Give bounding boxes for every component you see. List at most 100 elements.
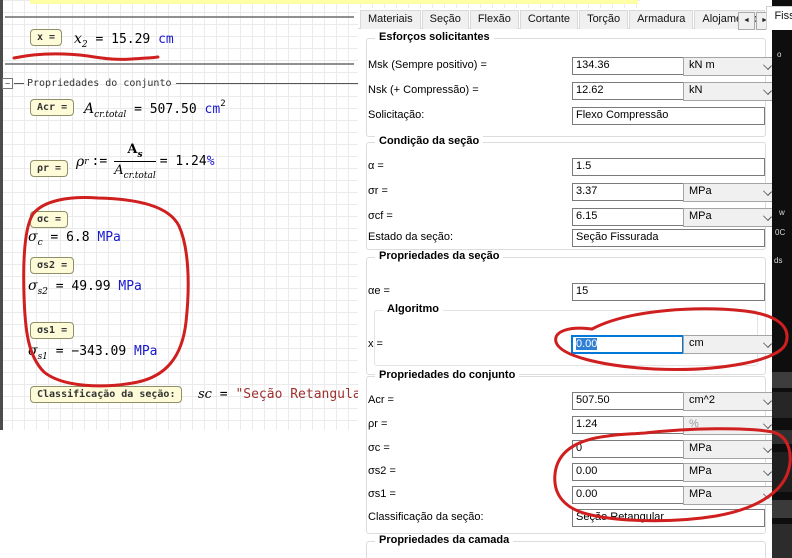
math-region-classificacao[interactable]: sc = "Seção Retangular" bbox=[198, 387, 376, 402]
sigma-r-input[interactable]: 3.37 bbox=[572, 183, 684, 201]
msk-label: Msk (Sempre positivo) = bbox=[368, 59, 487, 71]
tab-armadura[interactable]: Armadura bbox=[629, 10, 693, 29]
tag-pr[interactable]: ρr = bbox=[30, 160, 68, 177]
chevron-down-icon bbox=[763, 420, 772, 429]
tag-sigma-c[interactable]: σc = bbox=[30, 211, 68, 228]
acr-input[interactable]: 507.50 bbox=[572, 392, 684, 410]
string-value: "Seção Retangular" bbox=[235, 387, 376, 402]
math-region-acr[interactable]: Acr.total = 507.50 cm2 bbox=[84, 99, 226, 120]
combo-value: cm^2 bbox=[689, 394, 715, 406]
tag-classificacao[interactable]: Classificação da seção: bbox=[30, 386, 182, 403]
unit: MPa bbox=[134, 344, 157, 359]
estado-field[interactable]: Seção Fissurada bbox=[572, 229, 765, 247]
background-window-strip: o w 0C ds bbox=[772, 0, 792, 558]
sigma-c-unit-combo[interactable]: MPa bbox=[683, 440, 778, 459]
rho-r-unit-combo[interactable]: % bbox=[683, 416, 778, 435]
strip-text-fragment: ds bbox=[774, 256, 782, 265]
strip-block bbox=[772, 524, 792, 558]
math-region-x[interactable]: x2 = 15.29 cm bbox=[74, 31, 174, 50]
sigma-cf-unit-combo[interactable]: MPa bbox=[683, 208, 778, 227]
tab-secao[interactable]: Seção bbox=[422, 10, 469, 29]
math-region-sigma-c[interactable]: σc = 6.8 MPa bbox=[28, 229, 121, 248]
msk-input[interactable]: 134.36 bbox=[572, 57, 684, 75]
sigma-cf-label: σcf = bbox=[368, 210, 393, 222]
region-separator-line bbox=[5, 16, 354, 18]
chevron-down-icon bbox=[763, 187, 772, 196]
group-title: Algoritmo bbox=[383, 303, 443, 315]
sigma-s2-label: σs2 = bbox=[368, 465, 396, 477]
chevron-down-icon bbox=[763, 339, 772, 348]
value: = 507.50 bbox=[126, 102, 204, 117]
assign-op: := bbox=[92, 154, 108, 169]
rho-r-input[interactable]: 1.24 bbox=[572, 416, 684, 434]
region-separator-line bbox=[5, 63, 354, 65]
classificacao-field[interactable]: Seção Retangular bbox=[572, 509, 765, 527]
estado-label: Estado da seção: bbox=[368, 231, 453, 243]
tab-torcao[interactable]: Torção bbox=[579, 10, 628, 29]
subscript: s1 bbox=[38, 352, 48, 362]
sigma-s2-input[interactable]: 0.00 bbox=[572, 463, 684, 481]
combo-value: MPa bbox=[689, 185, 712, 197]
collapse-minus-icon[interactable]: − bbox=[2, 78, 13, 89]
nsk-unit-combo[interactable]: kN bbox=[683, 82, 778, 101]
equals-op: = bbox=[212, 387, 235, 402]
unit: MPa bbox=[97, 230, 120, 245]
acr-unit-combo[interactable]: cm^2 bbox=[683, 392, 778, 411]
unit: cm bbox=[158, 32, 174, 47]
rho-r-label: ρr = bbox=[368, 418, 387, 430]
group-propriedades-da-camada: Propriedades da camada bbox=[366, 541, 766, 558]
strip-text-fragment: o bbox=[777, 50, 781, 59]
tag-sigma-s1[interactable]: σs1 = bbox=[30, 322, 74, 339]
value: = 15.29 bbox=[88, 32, 158, 47]
x-unit-combo[interactable]: cm bbox=[683, 335, 778, 354]
sigma-s2-unit-combo[interactable]: MPa bbox=[683, 463, 778, 482]
fraction: As Acr.total bbox=[114, 142, 156, 181]
combo-value: MPa bbox=[689, 465, 712, 477]
alpha-e-label: αe = bbox=[368, 285, 390, 297]
chevron-down-icon bbox=[763, 444, 772, 453]
sigma-s1-input[interactable]: 0.00 bbox=[572, 486, 684, 504]
chevron-down-icon bbox=[763, 61, 772, 70]
x-input[interactable]: 0.00 bbox=[571, 335, 684, 354]
sigma-s1-unit-combo[interactable]: MPa bbox=[683, 486, 778, 505]
group-title: Propriedades da camada bbox=[375, 534, 513, 546]
alpha-e-input[interactable]: 15 bbox=[572, 283, 765, 301]
strip-text-fragment: w bbox=[779, 208, 785, 217]
tab-scroll-left-button[interactable]: ◄ bbox=[738, 12, 755, 30]
sigma-c-input[interactable]: 0 bbox=[572, 440, 684, 458]
screenshot-root: x = x2 = 15.29 cm − Propriedades do conj… bbox=[0, 0, 792, 558]
chevron-down-icon bbox=[763, 396, 772, 405]
fissuracao-panel: Materiais Seção Flexão Cortante Torção A… bbox=[358, 8, 772, 558]
tab-flexao[interactable]: Flexão bbox=[470, 10, 519, 29]
chevron-down-icon bbox=[763, 467, 772, 476]
alpha-input[interactable]: 1.5 bbox=[572, 158, 765, 176]
unit: % bbox=[207, 154, 215, 169]
var: σ bbox=[28, 229, 38, 245]
tag-x[interactable]: x = bbox=[30, 29, 62, 46]
nsk-input[interactable]: 12.62 bbox=[572, 82, 684, 100]
classificacao-label: Classificação da seção: bbox=[368, 511, 484, 523]
denominator-var: A bbox=[114, 163, 123, 178]
math-region-sigma-s1[interactable]: σs1 = −343.09 MPa bbox=[28, 343, 158, 362]
strip-text-fragment: 0C bbox=[775, 228, 785, 237]
tab-cortante[interactable]: Cortante bbox=[520, 10, 578, 29]
solicitacao-label: Solicitação: bbox=[368, 109, 424, 121]
tab-fissuracao[interactable]: Fissuração bbox=[766, 6, 792, 30]
math-region-pr[interactable]: ρr:= As Acr.total = 1.24 % bbox=[76, 142, 215, 181]
chevron-down-icon bbox=[763, 212, 772, 221]
sigma-cf-input[interactable]: 6.15 bbox=[572, 208, 684, 226]
chevron-down-icon bbox=[763, 86, 772, 95]
solicitacao-field[interactable]: Flexo Compressão bbox=[572, 107, 765, 125]
value: = 1.24 bbox=[160, 154, 207, 169]
sigma-r-unit-combo[interactable]: MPa bbox=[683, 183, 778, 202]
tag-sigma-s2[interactable]: σs2 = bbox=[30, 257, 74, 274]
math-region-sigma-s2[interactable]: σs2 = 49.99 MPa bbox=[28, 278, 142, 297]
tab-materiais[interactable]: Materiais bbox=[360, 10, 421, 29]
msk-unit-combo[interactable]: kN m bbox=[683, 57, 778, 76]
acr-label: Acr = bbox=[368, 394, 394, 406]
chevron-down-icon bbox=[763, 490, 772, 499]
tag-acr[interactable]: Acr = bbox=[30, 99, 74, 116]
var: σ bbox=[28, 278, 38, 294]
combo-value: kN bbox=[689, 84, 702, 96]
strip-block bbox=[772, 392, 792, 418]
